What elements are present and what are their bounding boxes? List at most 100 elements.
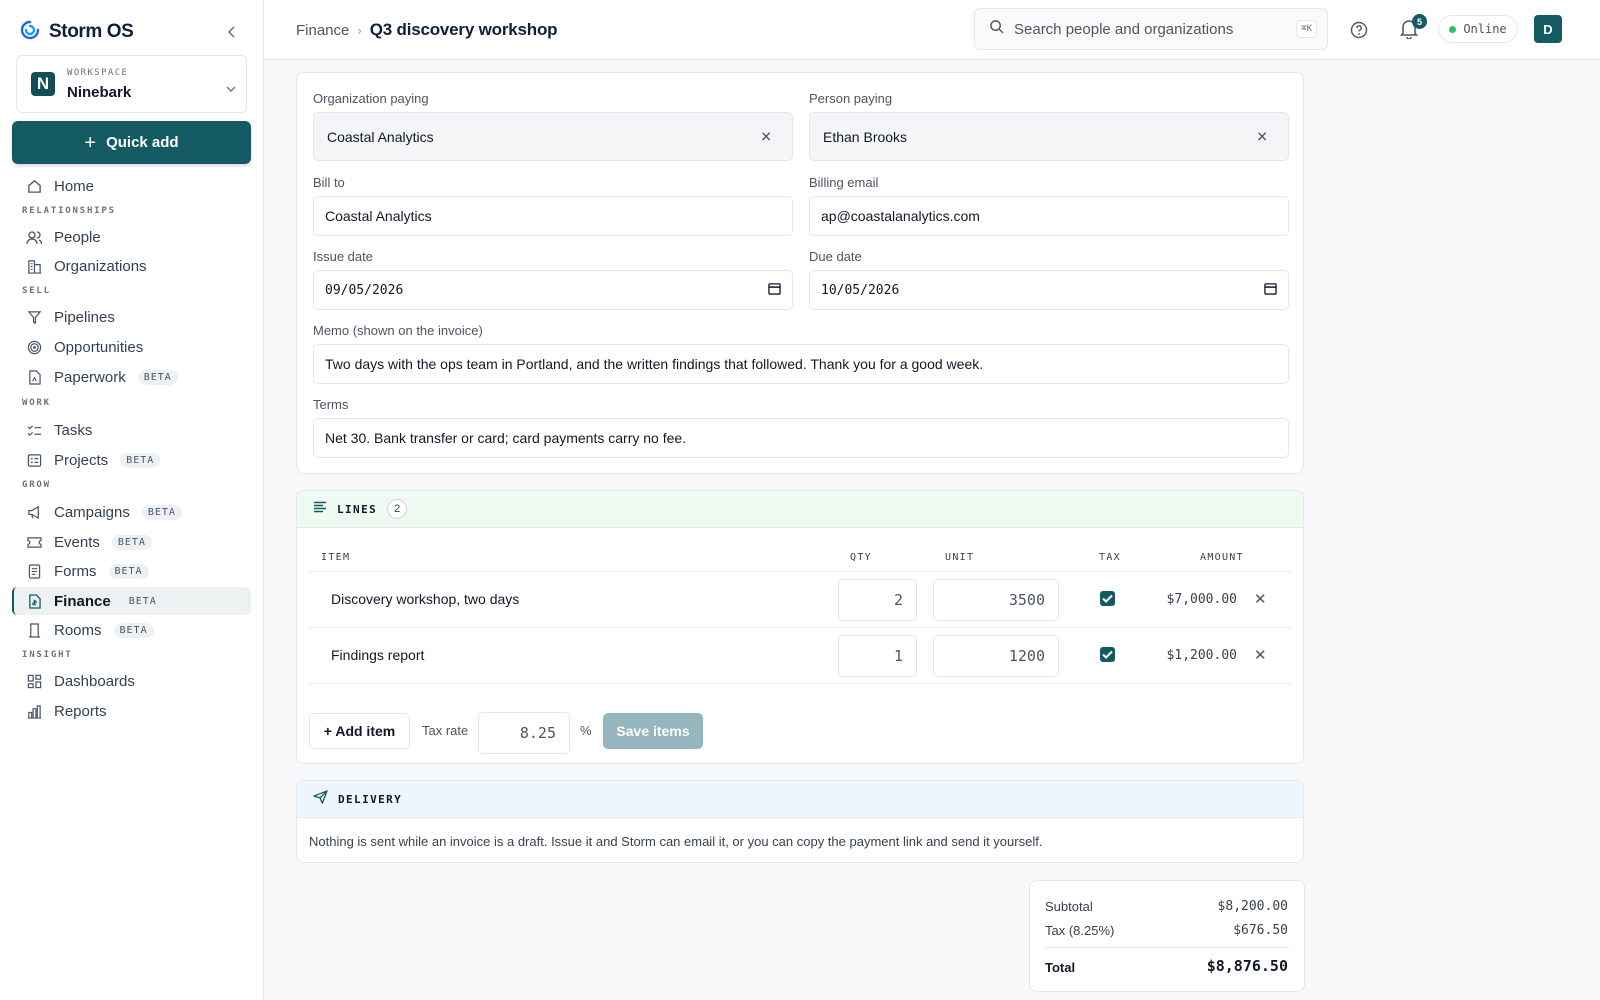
beta-badge: BETA [137,369,178,385]
notifications-button[interactable]: 5 [1399,14,1427,41]
funnel-icon [26,309,42,325]
sidebar-item-label: Pipelines [54,308,115,326]
billing-email-label: Billing email [809,175,879,190]
bill-to-input[interactable]: Coastal Analytics [313,196,793,236]
due-date-input[interactable]: 10/05/2026 [809,270,1289,310]
sidebar-item-rooms[interactable]: Rooms BETA [12,616,251,644]
sidebar-item-projects[interactable]: Projects BETA [12,446,251,474]
sidebar-item-campaigns[interactable]: Campaigns BETA [12,498,251,526]
beta-badge: BETA [122,593,163,609]
delivery-title: DELIVERY [338,792,403,806]
tax-checkbox[interactable] [1100,591,1115,606]
page-title: Q3 discovery workshop [369,20,558,39]
tax-checkbox[interactable] [1100,647,1115,662]
table-row: Findings report 1 1200 $1,200.00 ✕ [309,627,1291,683]
section-sell: SELL [22,286,51,296]
sidebar-item-paperwork[interactable]: Paperwork BETA [12,363,251,391]
search-input[interactable]: Search people and organizations ⌘K [974,8,1328,50]
sidebar-item-tasks[interactable]: Tasks [12,416,251,444]
unit-price-input[interactable]: 3500 [933,579,1059,621]
delivery-header: DELIVERY [297,781,1303,818]
checkmark-icon [1102,594,1113,603]
building-icon [26,258,42,274]
breadcrumb-separator-icon: › [357,22,362,38]
billing-email-input[interactable]: ap@coastalanalytics.com [809,196,1289,236]
send-icon [313,789,328,809]
invoice-icon [26,593,42,609]
sidebar-item-label: Opportunities [54,338,144,356]
line-item-name: Findings report [331,647,425,663]
qty-input[interactable]: 2 [838,579,917,621]
terms-input[interactable]: Net 30. Bank transfer or card; card paym… [313,418,1289,458]
org-paying-select[interactable]: Coastal Analytics ✕ [313,112,793,161]
target-icon [26,339,42,355]
unit-price-input[interactable]: 1200 [933,635,1059,677]
beta-badge: BETA [141,504,182,520]
column-header-tax: TAX [1099,552,1121,563]
org-paying-value: Coastal Analytics [327,128,434,145]
clear-org-icon[interactable]: ✕ [760,128,772,145]
form-icon [26,563,42,579]
list-icon [313,500,327,518]
sidebar-item-label: Tasks [54,421,93,439]
sidebar-item-home[interactable]: Home [12,172,251,200]
org-paying-label: Organization paying [313,91,429,106]
collapse-sidebar-button[interactable] [222,22,242,42]
search-shortcut: ⌘K [1296,20,1317,38]
total-label: Total [1045,960,1076,975]
issue-date-label: Issue date [313,249,373,264]
avatar[interactable]: D [1534,15,1562,43]
person-paying-select[interactable]: Ethan Brooks ✕ [809,112,1289,161]
calendar-icon[interactable] [768,282,781,298]
plus-icon: + [84,131,97,154]
qty-input[interactable]: 1 [838,635,917,677]
home-icon [26,178,42,194]
line-amount: $7,000.00 [1166,592,1237,607]
totals-divider [1045,947,1289,948]
tax-rate-input[interactable]: 8.25 [478,712,570,754]
help-button[interactable] [1349,20,1369,40]
breadcrumb: Finance › Q3 discovery workshop [296,20,558,40]
workspace-name: Ninebark [67,84,132,101]
save-items-button[interactable]: Save items [603,713,703,749]
quick-add-button[interactable]: + Quick add [12,121,251,164]
status-badge: Online [1438,15,1518,43]
storm-logo-icon [20,20,40,45]
chevron-down-icon [226,80,236,98]
sidebar-item-label: Finance [54,592,111,610]
workspace-switcher[interactable]: N WORKSPACE Ninebark [16,55,247,113]
lines-header: LINES 2 [297,491,1303,528]
percent-label: % [580,723,592,738]
remove-line-icon[interactable]: ✕ [1254,590,1267,608]
sidebar-item-reports[interactable]: Reports [12,697,251,725]
invoice-details-card: Organization paying Coastal Analytics ✕ … [296,72,1304,474]
sidebar-item-finance[interactable]: Finance BETA [12,587,251,615]
remove-line-icon[interactable]: ✕ [1254,646,1267,664]
top-bar: Finance › Q3 discovery workshop Search p… [264,0,1600,60]
breadcrumb-finance-link[interactable]: Finance [296,22,349,39]
add-item-button[interactable]: + Add item [309,713,410,749]
column-header-amount: AMOUNT [1200,552,1244,563]
beta-badge: BETA [113,622,154,638]
checklist-icon [26,422,42,438]
sidebar-item-people[interactable]: People [12,223,251,251]
person-paying-label: Person paying [809,91,893,106]
lines-card: LINES 2 ITEM QTY UNIT TAX AMOUNT Discove… [296,490,1304,764]
bill-to-label: Bill to [313,175,345,190]
sidebar-item-events[interactable]: Events BETA [12,528,251,556]
bar-chart-icon [26,703,42,719]
brand[interactable]: Storm OS [20,20,134,45]
issue-date-input[interactable]: 09/05/2026 [313,270,793,310]
sidebar-item-organizations[interactable]: Organizations [12,252,251,280]
memo-input[interactable]: Two days with the ops team in Portland, … [313,344,1289,384]
sidebar-item-opportunities[interactable]: Opportunities [12,333,251,361]
calendar-icon[interactable] [1264,282,1277,298]
sidebar-item-dashboards[interactable]: Dashboards [12,667,251,695]
sidebar-item-forms[interactable]: Forms BETA [12,557,251,585]
totals-card: Subtotal $8,200.00 Tax (8.25%) $676.50 T… [1029,880,1305,992]
column-header-qty: QTY [850,552,872,563]
sidebar-item-pipelines[interactable]: Pipelines [12,303,251,331]
clear-person-icon[interactable]: ✕ [1256,128,1268,145]
person-paying-value: Ethan Brooks [823,128,908,145]
status-dot-icon [1449,25,1457,33]
